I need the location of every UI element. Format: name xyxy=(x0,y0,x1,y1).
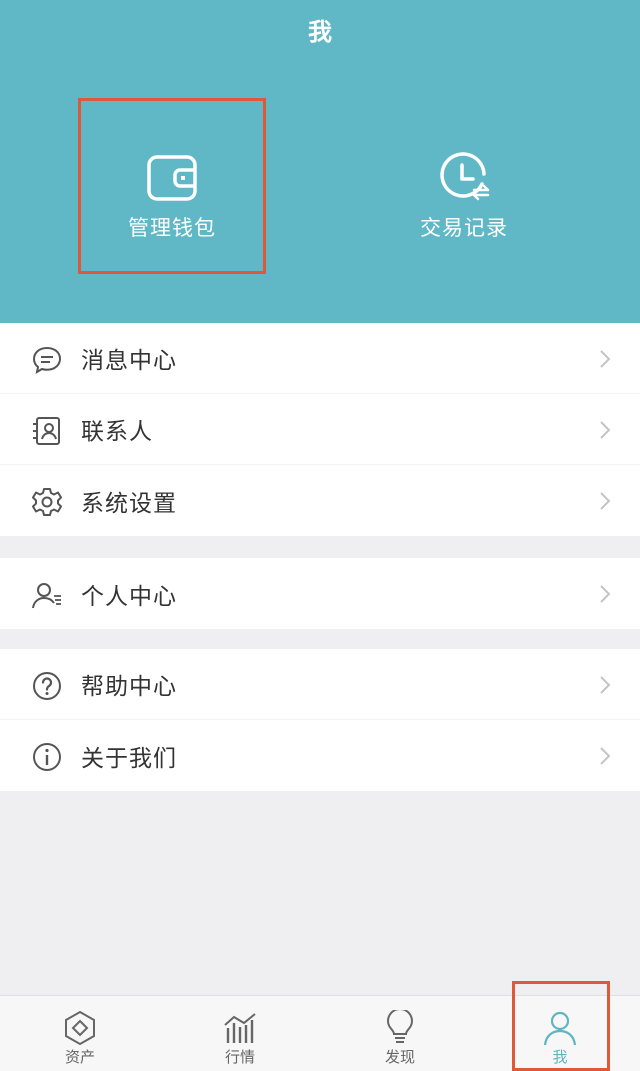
menu-item-contacts[interactable]: 联系人 xyxy=(0,394,640,465)
market-chart-icon xyxy=(224,1013,256,1043)
lightbulb-icon xyxy=(386,1010,414,1043)
tab-discover[interactable]: 发现 xyxy=(320,996,480,1071)
chevron-right-icon xyxy=(600,585,611,603)
tab-label: 行情 xyxy=(224,1048,255,1066)
menu-item-label: 消息中心 xyxy=(81,348,177,374)
clock-history-icon xyxy=(440,152,490,201)
tab-assets[interactable]: 资产 xyxy=(0,996,160,1071)
menu-item-messages[interactable]: 消息中心 xyxy=(0,323,640,394)
page-title: 我 xyxy=(308,18,332,46)
user-list-icon xyxy=(32,583,61,609)
menu-item-personal-center[interactable]: 个人中心 xyxy=(0,558,640,629)
menu-item-help[interactable]: 帮助中心 xyxy=(0,649,640,720)
chevron-right-icon xyxy=(600,747,611,765)
chevron-right-icon xyxy=(600,676,611,694)
tab-label: 我 xyxy=(552,1048,568,1066)
chevron-right-icon xyxy=(600,421,611,439)
wallet-icon xyxy=(147,155,197,201)
contacts-icon xyxy=(33,417,60,445)
menu-item-label: 系统设置 xyxy=(81,490,177,517)
transaction-history-button[interactable]: 交易记录 xyxy=(372,100,556,272)
question-icon xyxy=(33,672,61,700)
tab-market[interactable]: 行情 xyxy=(160,996,320,1071)
tab-label: 发现 xyxy=(384,1048,415,1066)
info-icon xyxy=(33,743,61,771)
menu-group-general: 消息中心 联系人 系统设置 xyxy=(0,323,640,536)
menu-item-label: 关于我们 xyxy=(81,745,177,772)
menu-item-label: 帮助中心 xyxy=(81,674,177,700)
header-banner: 我 管理钱包 交易记录 xyxy=(0,0,640,323)
gear-icon xyxy=(32,488,62,516)
tab-me[interactable]: 我 xyxy=(480,996,640,1071)
asset-diamond-icon xyxy=(65,1010,95,1046)
bottom-tab-bar: 资产 行情 发现 我 xyxy=(0,995,640,1071)
person-icon xyxy=(543,1011,577,1046)
manage-wallet-button[interactable]: 管理钱包 xyxy=(80,100,264,272)
menu-item-settings[interactable]: 系统设置 xyxy=(0,465,640,536)
chevron-right-icon xyxy=(600,492,611,510)
transaction-history-label: 交易记录 xyxy=(420,216,508,240)
manage-wallet-label: 管理钱包 xyxy=(128,216,216,240)
message-icon xyxy=(32,346,62,375)
menu-item-label: 个人中心 xyxy=(81,583,177,610)
menu-item-label: 联系人 xyxy=(81,419,153,445)
tab-label: 资产 xyxy=(64,1048,95,1066)
chevron-right-icon xyxy=(600,350,611,368)
menu-item-about[interactable]: 关于我们 xyxy=(0,720,640,791)
menu-group-support: 帮助中心 关于我们 xyxy=(0,649,640,791)
menu-group-personal: 个人中心 xyxy=(0,558,640,629)
